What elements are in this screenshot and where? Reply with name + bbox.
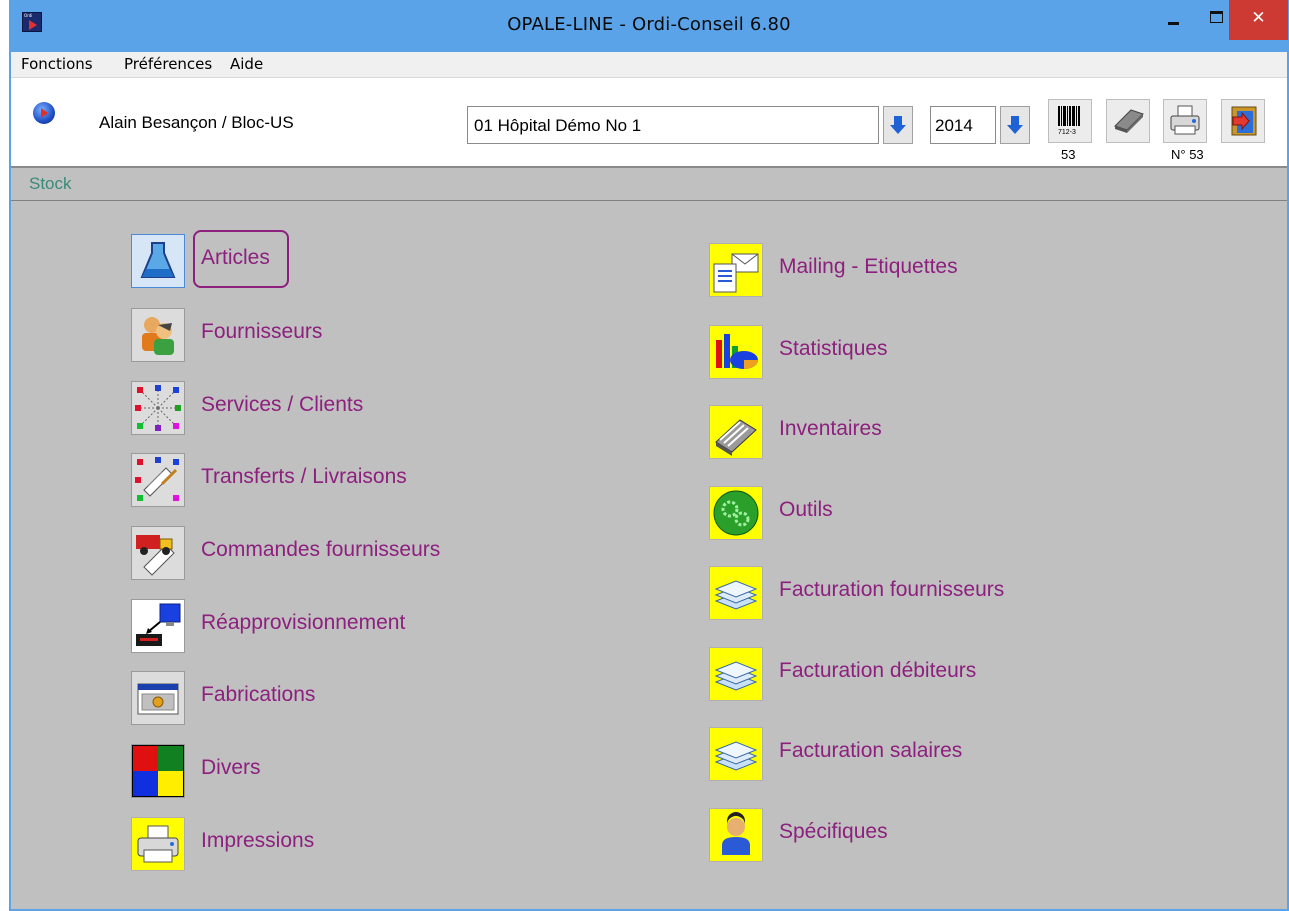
close-button[interactable]: ✕ xyxy=(1229,0,1288,40)
statistics-chart-icon xyxy=(709,325,763,379)
module-label: Services / Clients xyxy=(201,393,364,416)
module-label: Fournisseurs xyxy=(201,320,323,343)
site-dropdown-button[interactable] xyxy=(883,106,913,144)
module-label: Transferts / Livraisons xyxy=(201,465,407,488)
print-number: N° 53 xyxy=(1171,147,1204,162)
module-label: Commandes fournisseurs xyxy=(201,538,441,561)
minimize-button[interactable] xyxy=(1149,0,1193,40)
exit-button[interactable] xyxy=(1221,99,1265,143)
app-window: Ordi OPALE-LINE - Ordi-Conseil 6.80 ✕ Fo… xyxy=(9,0,1289,911)
menu-aide[interactable]: Aide xyxy=(230,55,263,73)
module-label: Fabrications xyxy=(201,683,316,706)
module-label: Facturation fournisseurs xyxy=(779,578,1005,601)
barcode-digits: 712-3 xyxy=(1058,129,1076,136)
site-value: 01 Hôpital Démo No 1 xyxy=(474,116,642,135)
arrow-down-icon xyxy=(1011,116,1019,125)
menu-preferences[interactable]: Préférences xyxy=(124,55,212,73)
delivery-truck-icon xyxy=(131,526,185,580)
color-squares-icon xyxy=(131,744,185,798)
scanner-icon xyxy=(1114,109,1144,133)
invoice-stack-icon xyxy=(709,566,763,620)
flask-icon xyxy=(131,234,185,288)
module-panel: Articles Fournisseurs Services / Clients… xyxy=(11,201,1287,909)
suppliers-people-icon xyxy=(131,308,185,362)
maximize-icon xyxy=(1210,11,1223,23)
year-value: 2014 xyxy=(935,116,973,135)
invoice-stack-icon xyxy=(709,727,763,781)
inventory-icon xyxy=(709,405,763,459)
exit-door-icon xyxy=(1231,106,1257,136)
title-bar[interactable]: Ordi OPALE-LINE - Ordi-Conseil 6.80 ✕ xyxy=(9,0,1289,52)
year-select[interactable]: 2014 xyxy=(930,106,996,144)
transfer-icon xyxy=(131,453,185,507)
client-area: Fonctions Préférences Aide Alain Besanço… xyxy=(11,52,1287,909)
barcode-icon: 712-3 xyxy=(1058,106,1080,136)
menu-bar: Fonctions Préférences Aide xyxy=(11,52,1287,78)
section-bar: Stock xyxy=(11,168,1287,201)
minimize-icon xyxy=(1168,22,1179,25)
user-status-icon[interactable] xyxy=(33,102,55,124)
mailing-envelope-icon xyxy=(709,243,763,297)
barcode-button[interactable]: 712-3 xyxy=(1048,99,1092,143)
invoice-stack-icon xyxy=(709,647,763,701)
section-title: Stock xyxy=(29,174,72,193)
module-label: Réapprovisionnement xyxy=(201,611,406,634)
module-label: Impressions xyxy=(201,829,315,852)
module-label: Inventaires xyxy=(779,417,882,440)
barcode-count: 53 xyxy=(1061,147,1076,162)
arrow-down-icon xyxy=(894,116,902,125)
module-label: Mailing - Etiquettes xyxy=(779,255,958,278)
module-label: Facturation salaires xyxy=(779,739,963,762)
site-select[interactable]: 01 Hôpital Démo No 1 xyxy=(467,106,879,144)
module-label: Facturation débiteurs xyxy=(779,659,977,682)
printer-icon xyxy=(1170,105,1200,135)
person-icon xyxy=(709,808,763,862)
module-label: Divers xyxy=(201,756,261,779)
module-label: Statistiques xyxy=(779,337,888,360)
user-label: Alain Besançon / Bloc-US xyxy=(99,113,294,132)
scanner-button[interactable] xyxy=(1106,99,1150,143)
fabrication-window-icon xyxy=(131,671,185,725)
gears-icon xyxy=(709,486,763,540)
window-title: OPALE-LINE - Ordi-Conseil 6.80 xyxy=(507,14,791,35)
close-icon: ✕ xyxy=(1251,8,1266,28)
printer-icon xyxy=(131,817,185,871)
menu-fonctions[interactable]: Fonctions xyxy=(21,55,93,73)
module-label: Spécifiques xyxy=(779,820,888,843)
module-label: Articles xyxy=(201,246,270,269)
monitor-restock-icon xyxy=(131,599,185,653)
print-button[interactable] xyxy=(1163,99,1207,143)
module-label: Outils xyxy=(779,498,833,521)
year-dropdown-button[interactable] xyxy=(1000,106,1030,144)
network-nodes-icon xyxy=(131,381,185,435)
